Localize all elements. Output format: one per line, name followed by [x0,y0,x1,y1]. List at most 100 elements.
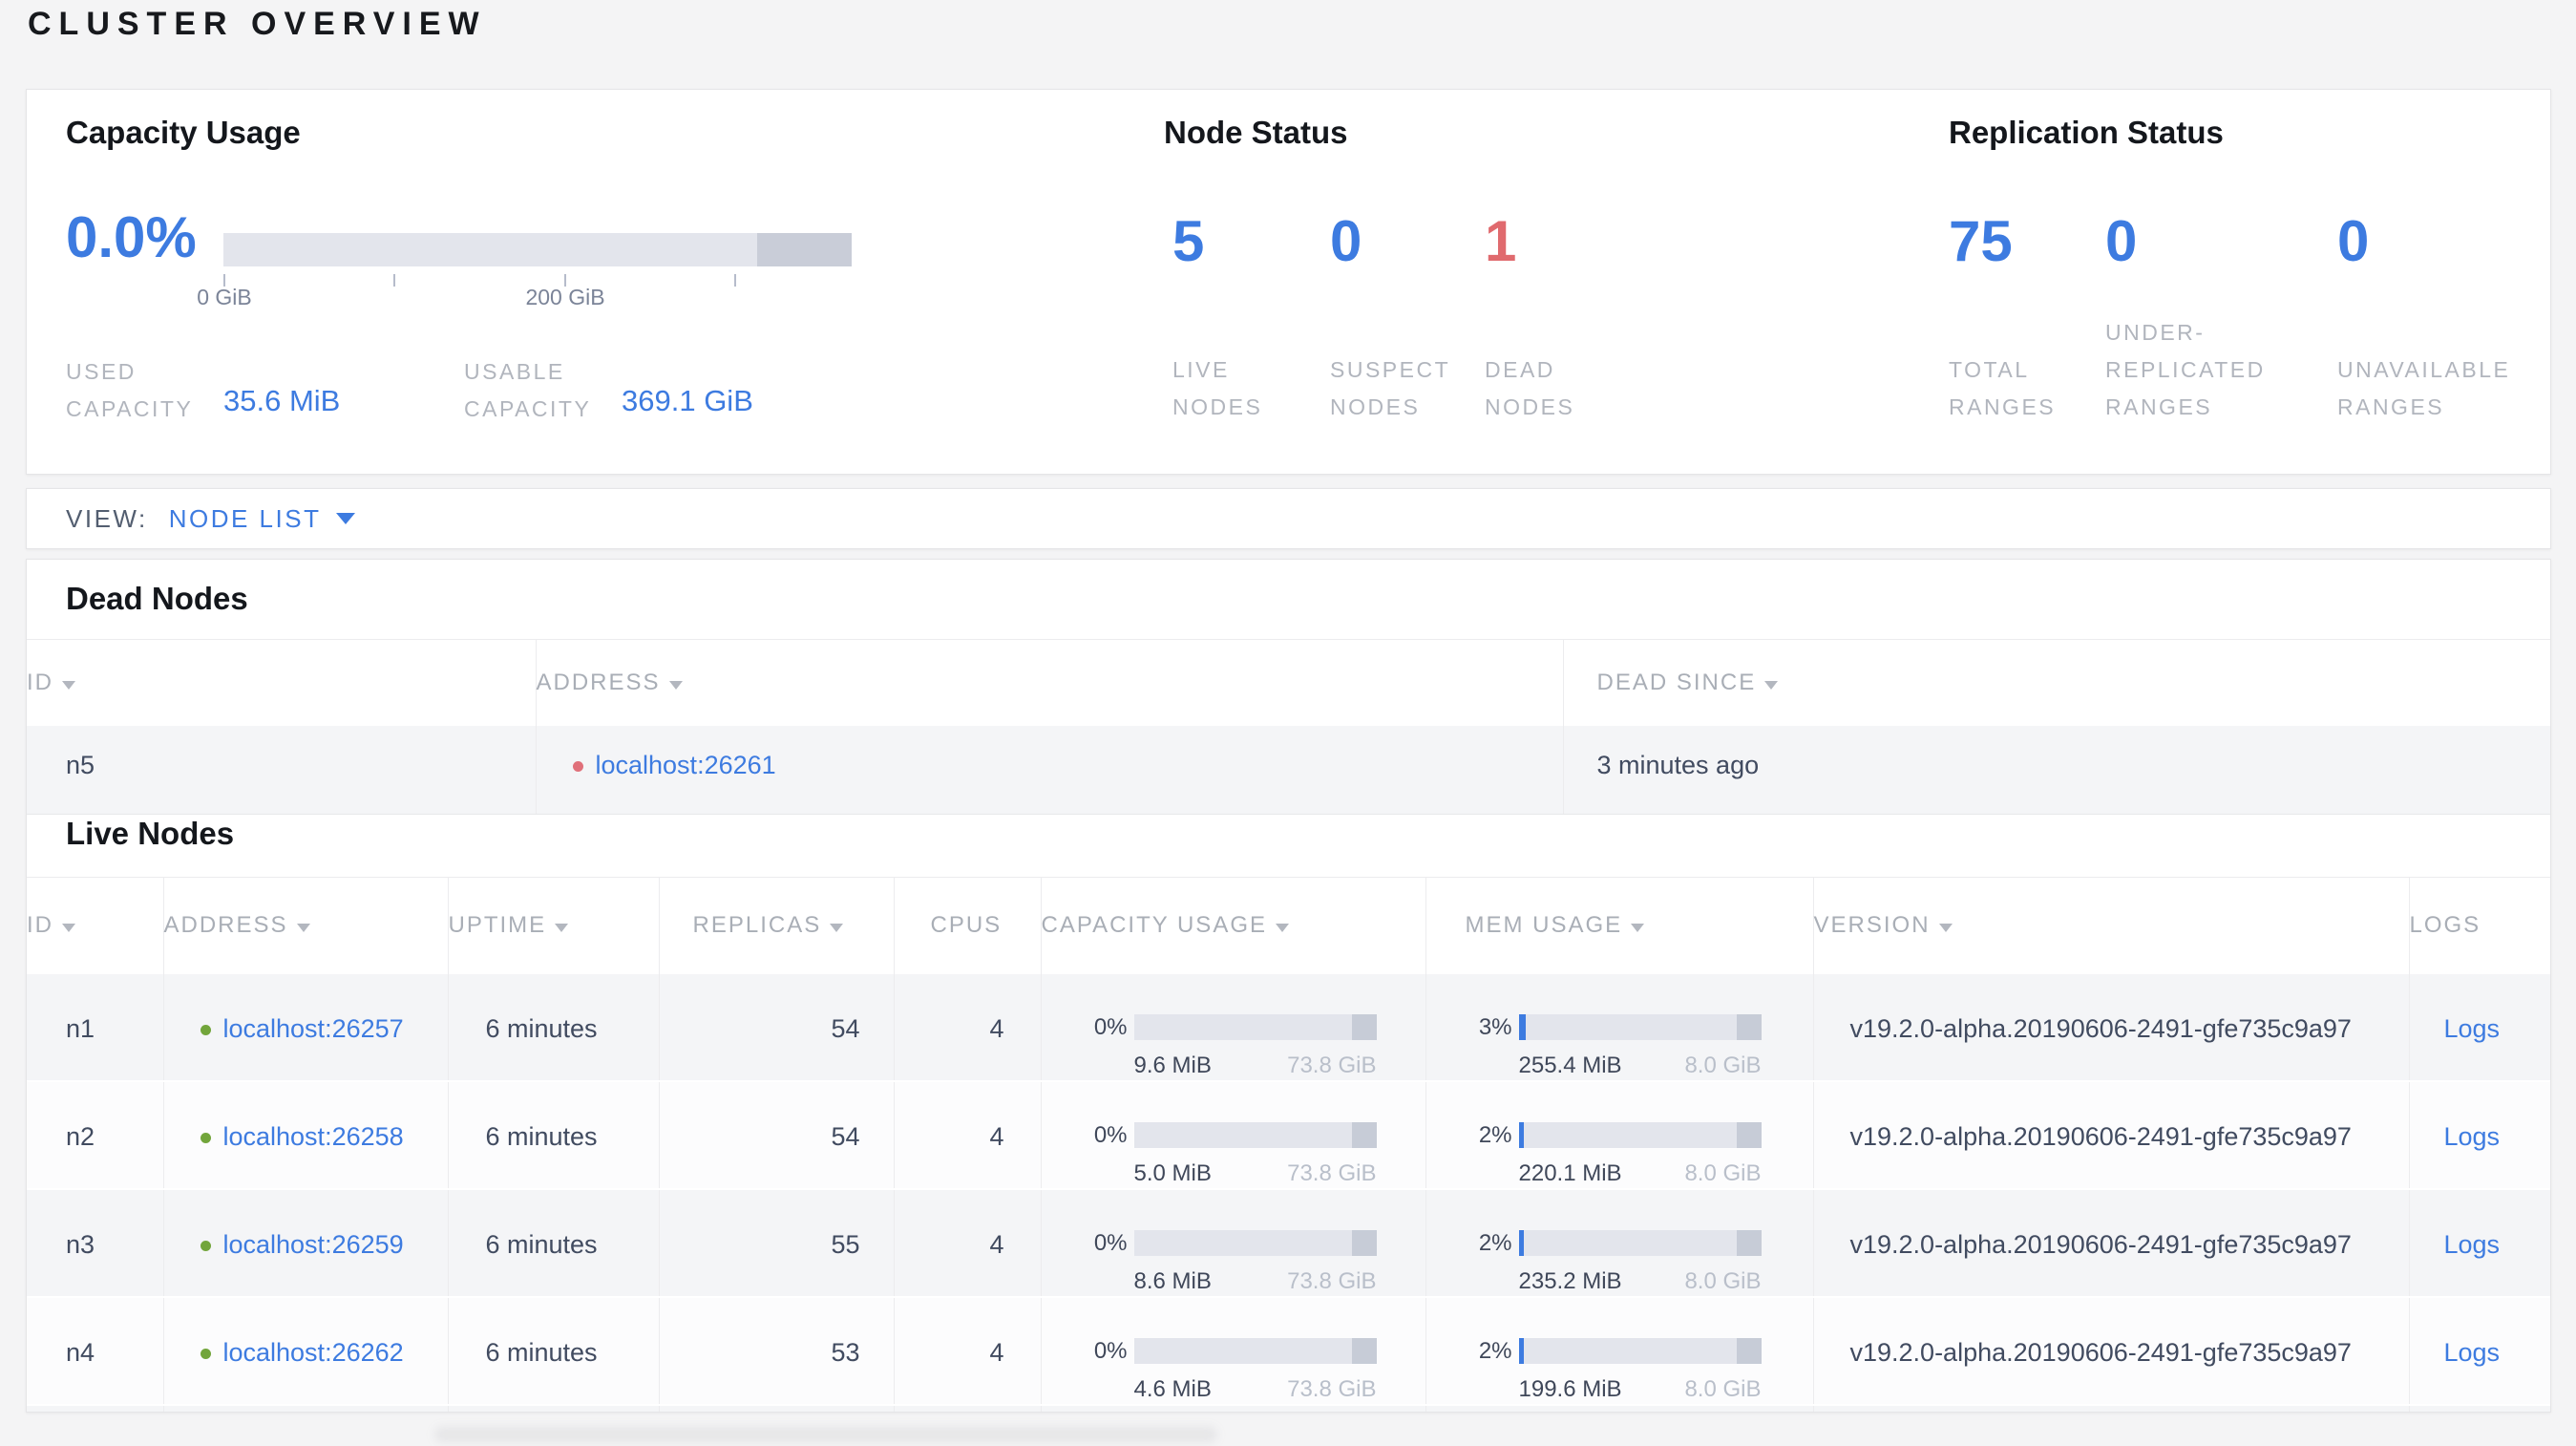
chevron-down-icon [336,513,356,524]
sort-arrow-icon [830,924,844,933]
node-address-cell: localhost:26259 [162,1188,448,1298]
node-replicas-cell: 53 [658,1296,894,1406]
live-node-row: n2 localhost:26258 6 minutes 54 4 0% 5.0… [27,1080,2550,1190]
capacity-total-value: 73.8 GiB [1287,1159,1377,1186]
used-capacity-label-line1: USED [66,359,137,384]
mem-bar-fill [1518,1122,1524,1148]
node-replicas-cell: 55 [658,1188,894,1298]
dead-nodes-header-row: ID ADDRESS DEAD SINCE [27,639,2550,726]
mem-used-value: 235.2 MiB [1518,1267,1622,1294]
live-column-header-id-label: ID [27,912,53,939]
live-node-row: n6 localhost:26260 6 minutes 55 4 0% 7.8… [27,1404,2550,1412]
node-status-heading: Node Status [1164,115,1348,150]
node-version-cell: v19.2.0-alpha.20190606-2491-gfe735c9a97 [1812,1404,2409,1412]
capacity-percent: 0% [1093,1121,1128,1148]
capacity-axis-label-200: 200 GiB [525,285,605,309]
live-column-header-address-label: ADDRESS [163,912,288,939]
capacity-percent: 0% [1093,1229,1128,1256]
unavailable-ranges-label: UNAVAILABLE RANGES [2337,351,2510,426]
node-logs-cell: Logs [2408,1080,2550,1190]
capacity-bar-reserved-segment [757,233,852,266]
live-column-header-mem[interactable]: MEM USAGE [1425,877,1813,974]
live-column-header-replicas[interactable]: REPLICAS [658,877,894,974]
node-uptime-cell: 6 minutes [447,1404,659,1412]
node-logs-cell: Logs [2408,1188,2550,1298]
node-logs-cell: Logs [2408,1296,2550,1406]
node-address-link[interactable]: localhost:26258 [223,1122,404,1151]
view-mode-dropdown[interactable]: NODE LIST [169,504,356,534]
mem-total-value: 8.0 GiB [1684,1159,1762,1186]
live-column-header-address[interactable]: ADDRESS [162,877,448,974]
mem-bar-fill [1518,1338,1524,1364]
dead-node-address-link[interactable]: localhost:26261 [596,751,776,779]
page-title: CLUSTER OVERVIEW [28,6,487,42]
node-logs-link[interactable]: Logs [2444,1014,2501,1043]
live-status-dot-icon [200,1024,211,1035]
dead-column-header-id[interactable]: ID [27,639,536,726]
unavailable-ranges-label-line2: RANGES [2337,394,2445,419]
capacity-usage-bar [1133,1338,1377,1364]
node-cpus-cell: 4 [893,1404,1041,1412]
node-mem-usage-cell: 2% 225.5 MiB8.0 GiB [1425,1404,1813,1412]
cluster-overview-page: CLUSTER OVERVIEW Capacity Usage 0.0% 0 G… [0,0,2576,1446]
live-nodes-label-line2: NODES [1172,394,1263,419]
node-logs-cell: Logs [2408,973,2550,1082]
view-label: VIEW: [66,503,148,533]
live-column-header-version[interactable]: VERSION [1812,877,2409,974]
node-logs-cell: Logs [2408,1404,2550,1412]
live-node-row: n3 localhost:26259 6 minutes 55 4 0% 8.6… [27,1188,2550,1298]
node-address-link[interactable]: localhost:26262 [223,1338,404,1367]
capacity-percent-value: 0.0% [66,205,197,269]
node-logs-link[interactable]: Logs [2444,1122,2501,1151]
dead-node-dead-since-cell: 3 minutes ago [1562,725,2550,815]
used-capacity-value: 35.6 MiB [223,384,341,417]
total-ranges-label: TOTAL RANGES [1949,351,2056,426]
live-status-dot-icon [200,1240,211,1251]
node-id-cell: n1 [27,973,163,1082]
live-column-header-capacity[interactable]: CAPACITY USAGE [1040,877,1425,974]
capacity-total-value: 73.8 GiB [1287,1052,1377,1078]
suspect-nodes-label: SUSPECT NODES [1330,351,1450,426]
node-capacity-usage-cell: 0% 5.0 MiB 73.8 GiB [1040,1080,1425,1190]
total-ranges-label-line1: TOTAL [1949,357,2030,382]
sort-arrow-icon [1631,924,1645,933]
sort-arrow-icon [1938,924,1953,933]
dead-column-header-id-label: ID [27,669,53,695]
view-mode-selected-value: NODE LIST [168,503,322,533]
node-address-link[interactable]: localhost:26259 [223,1230,404,1259]
live-column-header-id[interactable]: ID [27,877,163,974]
capacity-usage-bar [1133,1014,1377,1040]
mem-total-value: 8.0 GiB [1684,1052,1762,1078]
used-capacity-label: USED CAPACITY [66,353,193,428]
usable-capacity-label: USABLE CAPACITY [464,353,591,428]
node-uptime-cell: 6 minutes [447,1080,659,1190]
node-logs-link[interactable]: Logs [2444,1338,2501,1367]
live-column-header-uptime[interactable]: UPTIME [447,877,659,974]
mem-bar-fill [1518,1014,1527,1040]
mem-bar-reserved-segment [1737,1014,1762,1040]
total-ranges-label-line2: RANGES [1949,394,2057,419]
capacity-used-value: 5.0 MiB [1133,1159,1212,1186]
mem-usage-bar [1518,1230,1762,1256]
mem-bar-fill [1518,1230,1524,1256]
live-nodes-label-line1: LIVE [1172,357,1230,382]
node-mem-usage-cell: 2% 199.6 MiB 8.0 GiB [1425,1296,1813,1406]
suspect-nodes-label-line1: SUSPECT [1330,357,1451,382]
under-replicated-ranges-count: 0 [2105,209,2138,273]
capacity-bar-reserved-segment [1352,1014,1377,1040]
under-replicated-label-line1: UNDER- [2105,320,2206,345]
node-uptime-cell: 6 minutes [447,1188,659,1298]
node-logs-link[interactable]: Logs [2444,1230,2501,1259]
sort-arrow-icon [555,924,569,933]
live-column-header-capacity-label: CAPACITY USAGE [1041,912,1267,939]
node-address-link[interactable]: localhost:26257 [223,1014,404,1043]
node-mem-usage-cell: 2% 235.2 MiB 8.0 GiB [1425,1188,1813,1298]
mem-percent: 2% [1478,1337,1512,1364]
sort-arrow-icon [1276,924,1289,933]
dead-column-header-dead-since[interactable]: DEAD SINCE [1562,639,2550,726]
capacity-usage-heading: Capacity Usage [66,115,301,150]
usable-capacity-value: 369.1 GiB [622,384,753,417]
mem-percent: 2% [1478,1229,1512,1256]
dead-column-header-address[interactable]: ADDRESS [535,639,1563,726]
node-capacity-usage-cell: 0% 7.8 MiB73.8 GiB [1040,1404,1425,1412]
